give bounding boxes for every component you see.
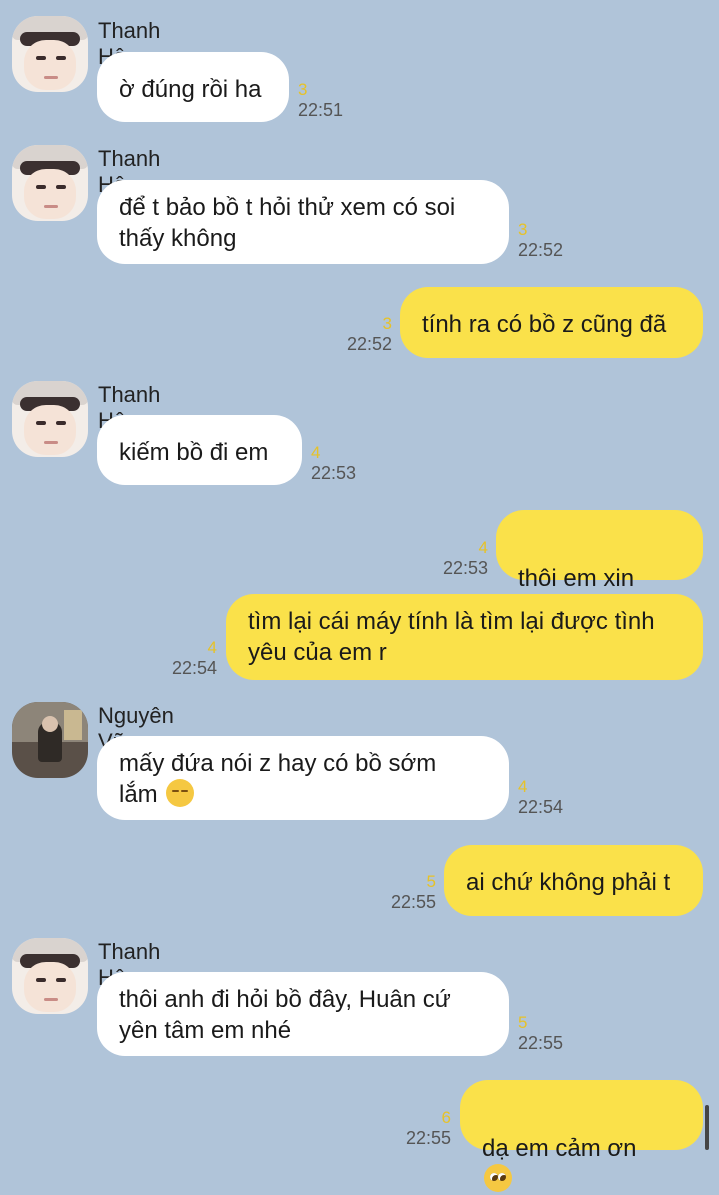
message-bubble[interactable]: mấy đứa nói z hay có bồ sớm lắm (97, 736, 509, 820)
message-meta: 5 22:55 (370, 872, 436, 912)
timestamp: 22:52 (346, 334, 392, 354)
unread-count: 5 (426, 872, 436, 891)
avatar[interactable] (12, 145, 88, 221)
unread-count: 4 (207, 638, 217, 657)
message-bubble[interactable]: để t bảo bồ t hỏi thử xem có soi thấy kh… (97, 180, 509, 264)
message-meta: 4 22:54 (150, 638, 217, 678)
message-bubble[interactable]: ờ đúng rồi ha (97, 52, 289, 122)
message-meta: 3 22:51 (298, 80, 343, 120)
message-bubble[interactable]: dạ em cảm ơn (460, 1080, 703, 1192)
message-meta: 3 22:52 (518, 220, 563, 260)
unread-count: 4 (518, 777, 528, 796)
message-text: thôi em xin (518, 565, 635, 592)
timestamp: 22:51 (298, 100, 344, 120)
avatar[interactable] (12, 702, 88, 778)
avatar[interactable] (12, 381, 88, 457)
timestamp: 22:54 (518, 797, 564, 817)
message-meta: 4 22:53 (311, 443, 356, 483)
avatar[interactable] (12, 938, 88, 1014)
timestamp: 22:55 (518, 1033, 564, 1053)
avatar[interactable] (12, 16, 88, 92)
unread-count: 3 (518, 220, 528, 239)
message-bubble[interactable]: thôi em xin (496, 510, 703, 622)
message-bubble[interactable]: thôi anh đi hỏi bồ đây, Huân cứ yên tâm … (97, 972, 509, 1056)
timestamp: 22:54 (171, 658, 217, 678)
unread-count: 5 (518, 1013, 528, 1032)
unread-count: 6 (441, 1108, 451, 1127)
message-bubble[interactable]: ai chứ không phải t (444, 845, 703, 916)
message-meta: 3 22:52 (330, 314, 392, 354)
unread-count: 3 (382, 314, 392, 333)
unread-count: 4 (311, 443, 321, 462)
unread-count: 4 (478, 538, 488, 557)
timestamp: 22:55 (405, 1128, 451, 1148)
timestamp: 22:52 (518, 240, 564, 260)
message-meta: 4 22:54 (518, 777, 563, 817)
timestamp: 22:55 (390, 892, 436, 912)
message-bubble[interactable]: kiếm bồ đi em (97, 415, 302, 485)
message-bubble[interactable]: tìm lại cái máy tính là tìm lại được tìn… (226, 594, 703, 680)
timestamp: 22:53 (442, 558, 488, 578)
message-meta: 6 22:55 (385, 1108, 451, 1148)
timestamp: 22:53 (311, 463, 357, 483)
message-text: dạ em cảm ơn (482, 1135, 637, 1162)
message-meta: 5 22:55 (518, 1013, 563, 1053)
message-bubble[interactable]: tính ra có bồ z cũng đã (400, 287, 703, 358)
unread-count: 3 (298, 80, 308, 99)
pensive-face-icon (166, 779, 195, 807)
pleading-face-icon (484, 1164, 512, 1192)
scrollbar[interactable] (705, 1105, 709, 1150)
message-meta: 4 22:53 (425, 538, 488, 578)
